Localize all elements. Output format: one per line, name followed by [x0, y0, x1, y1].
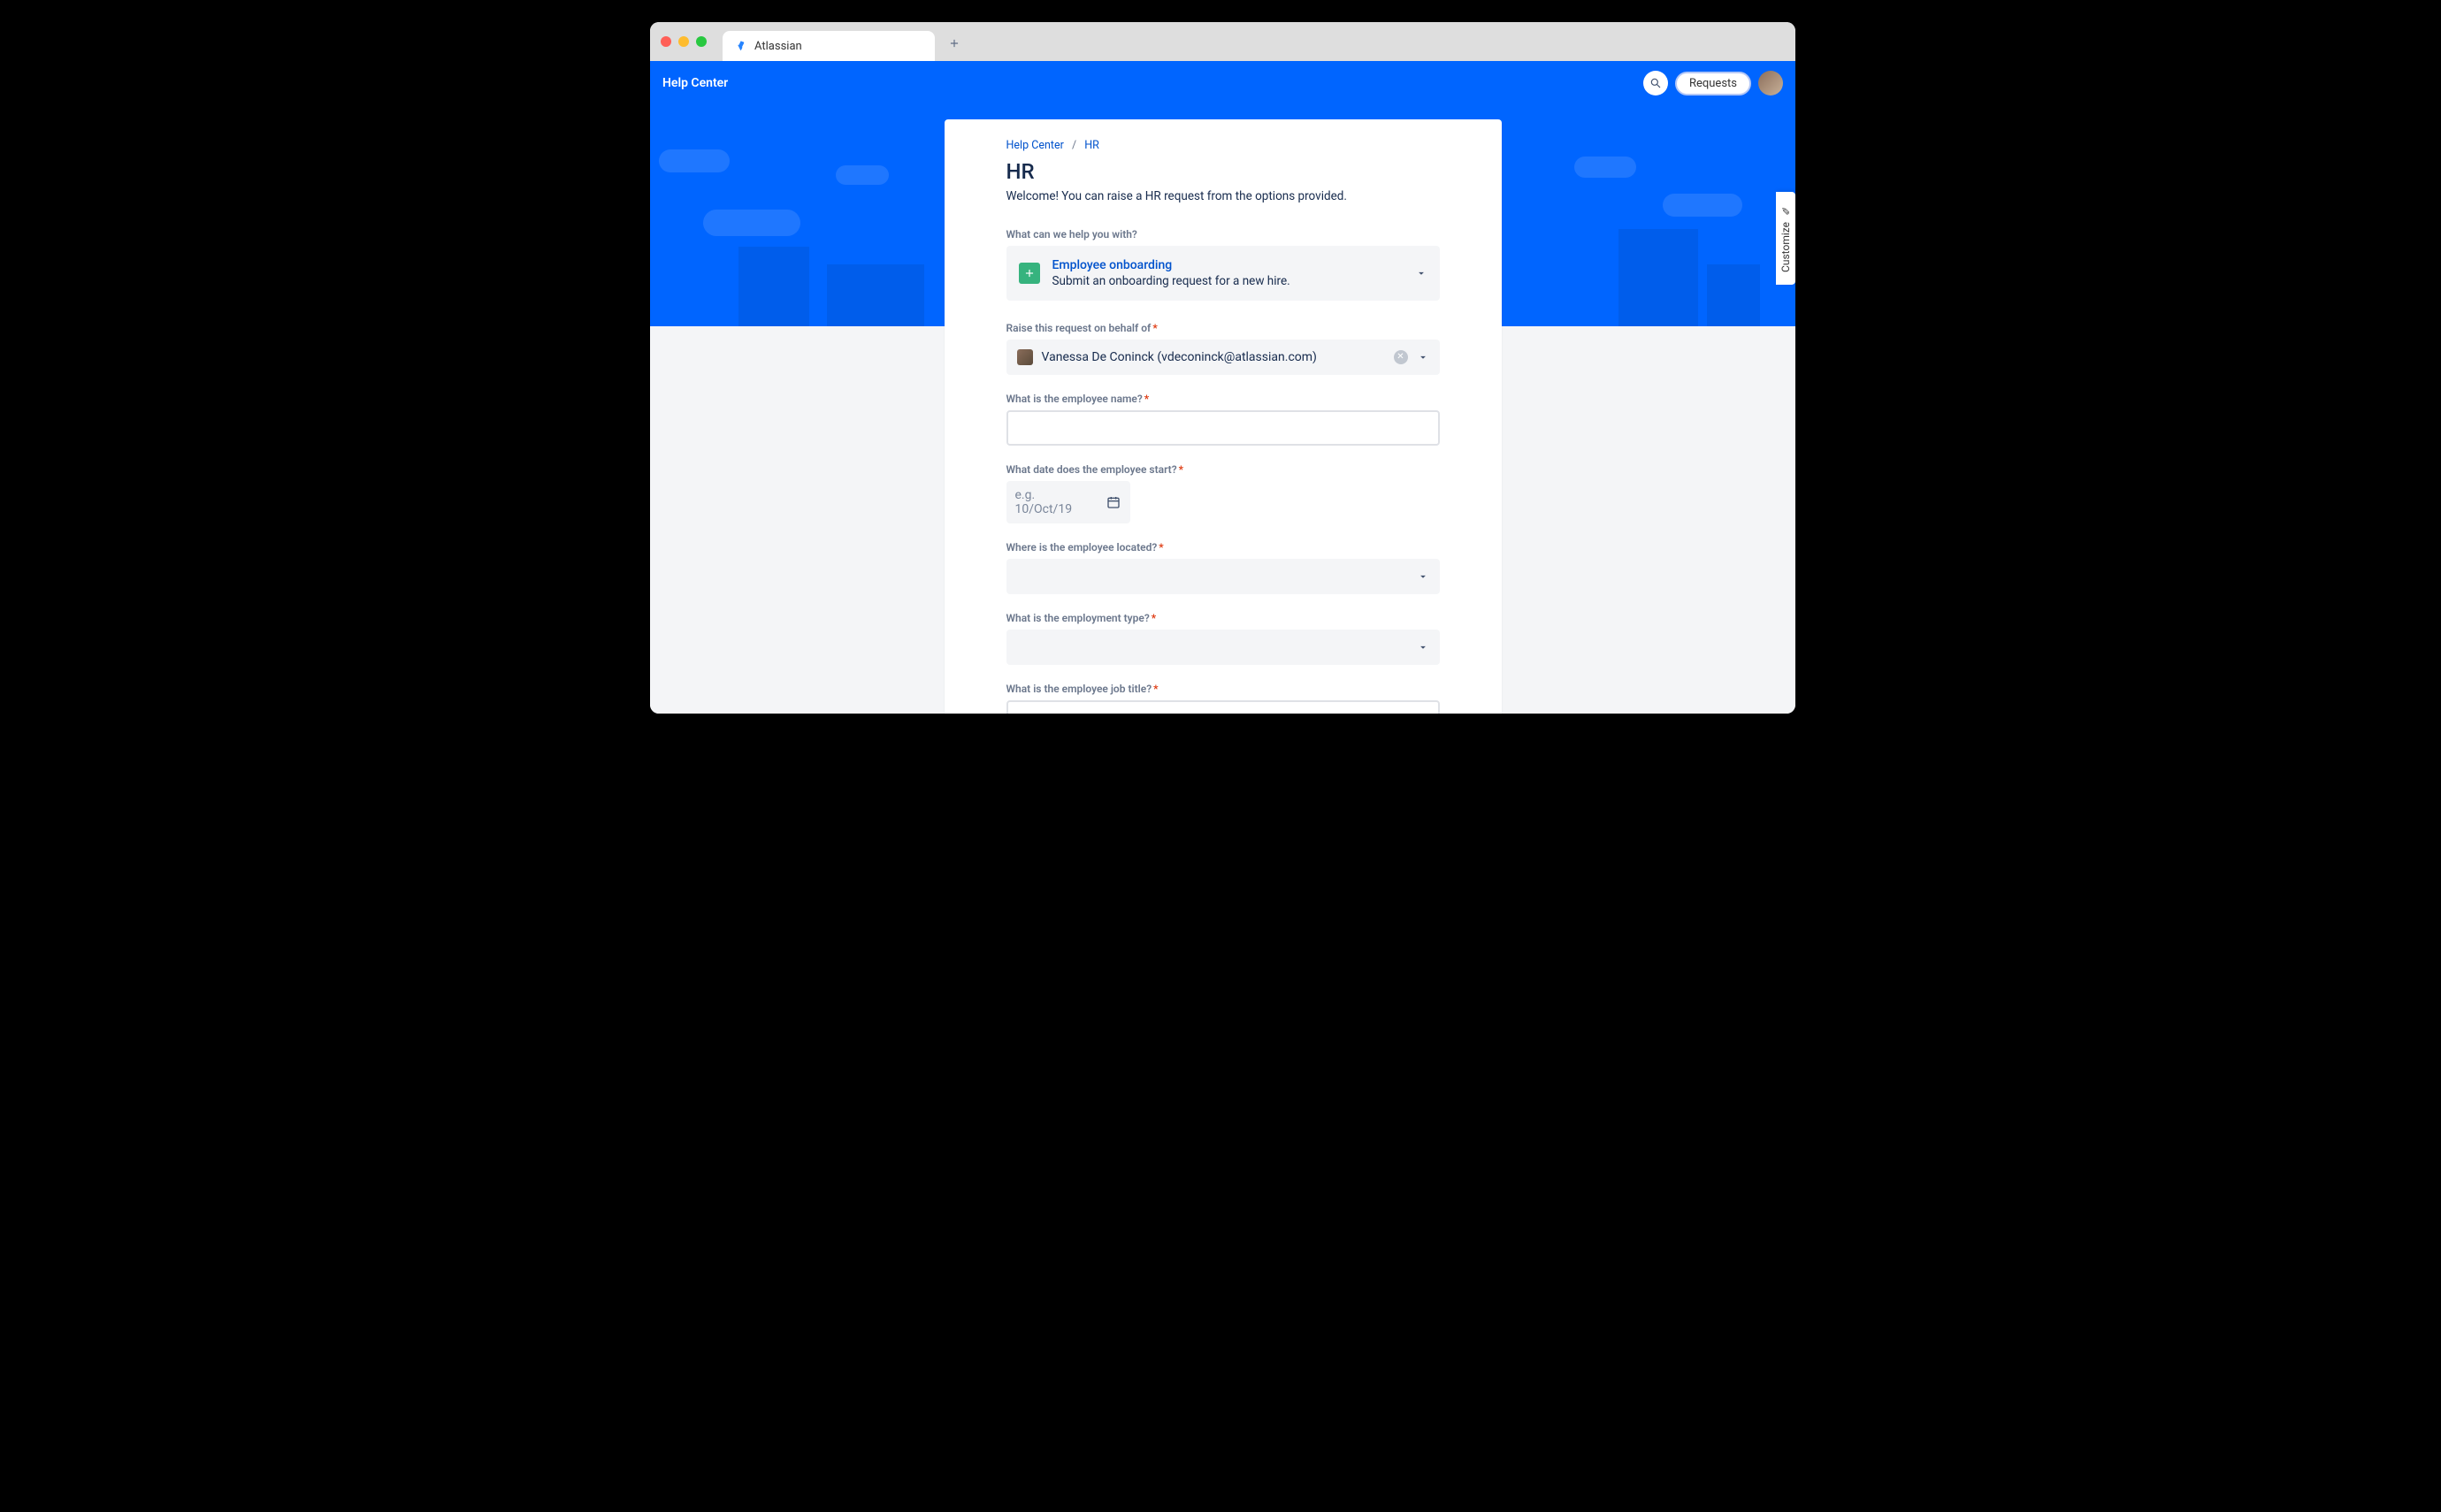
breadcrumb-root-link[interactable]: Help Center: [1006, 139, 1064, 152]
user-avatar[interactable]: [1758, 71, 1783, 95]
job-title-input[interactable]: [1017, 711, 1429, 714]
employee-name-label: What is the employee name?*: [1006, 393, 1440, 405]
job-title-input-wrapper: [1006, 700, 1440, 714]
window-fullscreen-button[interactable]: [696, 36, 707, 47]
customize-label: Customize: [1779, 222, 1792, 272]
job-title-label: What is the employee job title?*: [1006, 683, 1440, 695]
request-type-subtitle: Submit an onboarding request for a new h…: [1052, 274, 1403, 288]
behalf-user-select[interactable]: Vanessa De Coninck (vdeconinck@atlassian…: [1006, 340, 1440, 375]
chevron-down-icon: [1417, 641, 1429, 653]
employee-name-input[interactable]: [1017, 421, 1429, 435]
atlassian-logo-icon: [735, 40, 747, 52]
requests-label: Requests: [1689, 77, 1737, 90]
browser-tabbar: Atlassian: [650, 22, 1795, 61]
breadcrumb-separator: /: [1072, 139, 1076, 152]
browser-tab-title: Atlassian: [754, 40, 802, 53]
window-close-button[interactable]: [661, 36, 671, 47]
request-form-card: Help Center / HR HR Welcome! You can rai…: [945, 119, 1502, 714]
page-title: HR: [1006, 159, 1440, 184]
location-label: Where is the employee located?*: [1006, 541, 1440, 554]
pencil-icon: ✎: [1779, 204, 1792, 217]
chevron-down-icon: [1417, 570, 1429, 583]
browser-tab[interactable]: Atlassian: [723, 31, 935, 61]
location-select[interactable]: [1006, 559, 1440, 594]
page-content: Help Center Requests Customize ✎: [650, 61, 1795, 714]
user-avatar-icon: [1017, 349, 1033, 365]
browser-window: Atlassian: [650, 22, 1795, 714]
start-date-placeholder: e.g. 10/Oct/19: [1015, 488, 1095, 516]
employee-name-input-wrapper: [1006, 410, 1440, 446]
behalf-value: Vanessa De Coninck (vdeconinck@atlassian…: [1042, 350, 1317, 364]
topbar-title[interactable]: Help Center: [662, 76, 728, 90]
requests-button[interactable]: Requests: [1675, 72, 1751, 95]
employment-type-select[interactable]: [1006, 630, 1440, 665]
chevron-down-icon: [1415, 267, 1427, 279]
window-traffic-lights: [661, 36, 707, 47]
help-prompt-label: What can we help you with?: [1006, 228, 1440, 241]
behalf-label: Raise this request on behalf of*: [1006, 322, 1440, 334]
new-tab-button[interactable]: [942, 31, 967, 56]
page-description: Welcome! You can raise a HR request from…: [1006, 189, 1440, 203]
start-date-input[interactable]: e.g. 10/Oct/19: [1006, 481, 1130, 523]
plus-icon: [1019, 263, 1040, 284]
search-icon: [1649, 77, 1662, 89]
employment-type-label: What is the employment type?*: [1006, 612, 1440, 624]
request-type-title: Employee onboarding: [1052, 258, 1403, 272]
search-button[interactable]: [1643, 71, 1668, 95]
request-type-selector[interactable]: Employee onboarding Submit an onboarding…: [1006, 246, 1440, 301]
breadcrumb-current-link[interactable]: HR: [1084, 139, 1099, 152]
breadcrumb: Help Center / HR: [1006, 139, 1440, 152]
clear-selection-button[interactable]: ✕: [1394, 350, 1408, 364]
start-date-label: What date does the employee start?*: [1006, 463, 1440, 476]
calendar-icon: [1106, 494, 1121, 510]
chevron-down-icon: [1417, 351, 1429, 363]
app-topbar: Help Center Requests: [650, 61, 1795, 105]
customize-button[interactable]: Customize ✎: [1776, 192, 1795, 285]
window-minimize-button[interactable]: [678, 36, 689, 47]
